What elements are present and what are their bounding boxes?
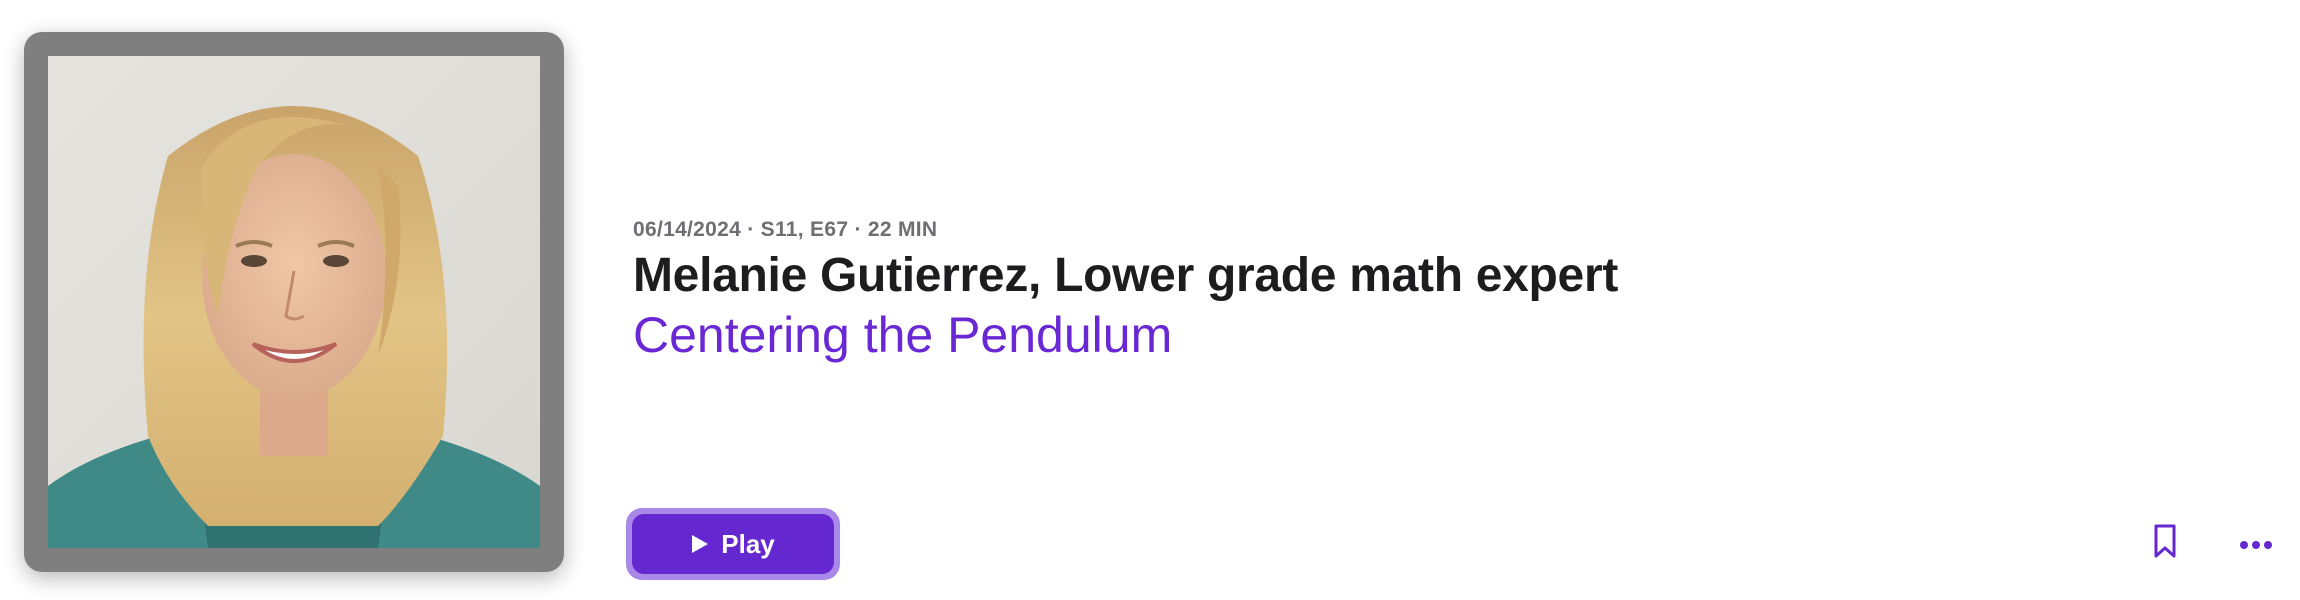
bookmark-button[interactable]	[2150, 522, 2180, 562]
episode-meta: 06/14/2024 · S11, E67 · 22 MIN	[633, 218, 938, 241]
play-button[interactable]: Play	[632, 514, 834, 574]
play-label: Play	[721, 528, 775, 559]
portrait-image	[48, 56, 540, 548]
episode-title: Melanie Gutierrez, Lower grade math expe…	[633, 249, 1619, 302]
show-link[interactable]: Centering the Pendulum	[633, 306, 1172, 364]
bookmark-icon	[2150, 524, 2180, 565]
play-icon	[691, 534, 709, 554]
ellipsis-icon	[2236, 541, 2276, 563]
episode-artwork	[24, 32, 564, 572]
episode-photo	[48, 56, 540, 548]
more-button[interactable]	[2236, 530, 2276, 560]
play-focus-ring: Play	[626, 508, 840, 580]
episode-header: 06/14/2024 · S11, E67 · 22 MIN Melanie G…	[0, 0, 2300, 600]
